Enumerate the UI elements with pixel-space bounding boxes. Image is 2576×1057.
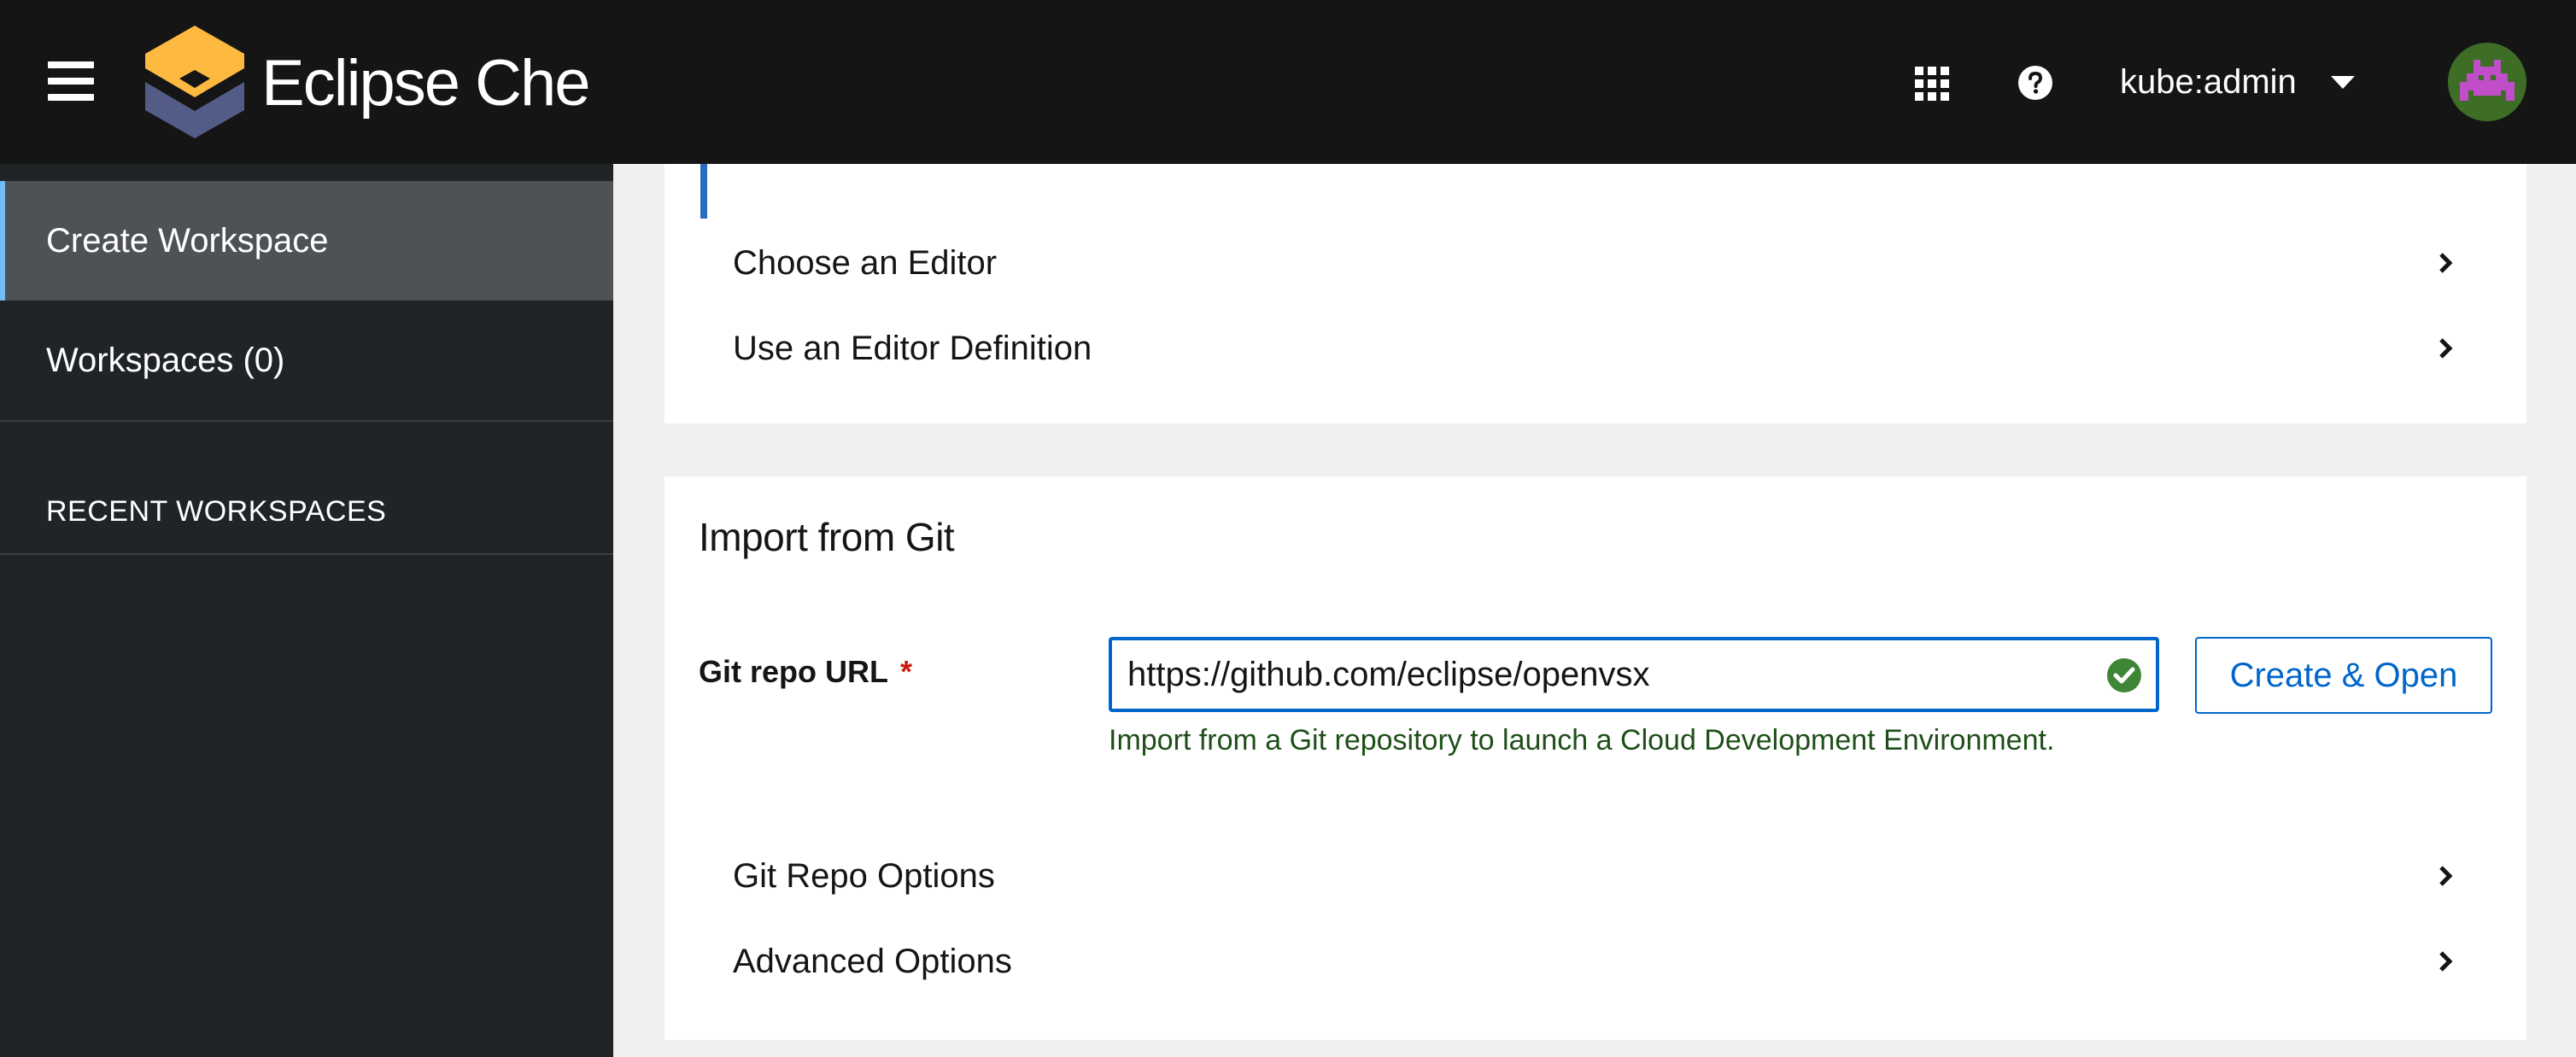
card-title: Import from Git <box>699 515 955 559</box>
hamburger-menu-icon[interactable] <box>48 61 94 101</box>
avatar[interactable] <box>2448 43 2526 121</box>
chevron-right-icon <box>2439 866 2453 886</box>
editor-selector-card: Choose an Editor Use an Editor Definitio… <box>664 164 2526 423</box>
chevron-right-icon <box>2439 951 2453 972</box>
sidebar-divider <box>0 420 613 422</box>
sidebar-item-workspaces[interactable]: Workspaces (0) <box>0 301 613 420</box>
advanced-options-toggle[interactable]: Advanced Options <box>733 927 2458 996</box>
chevron-right-icon <box>2439 338 2453 359</box>
recent-workspaces-heading: RECENT WORKSPACES <box>46 495 387 528</box>
row-label: Git Repo Options <box>733 856 995 895</box>
chevron-right-icon <box>2439 253 2453 273</box>
row-label: Use an Editor Definition <box>733 329 1092 367</box>
user-menu-toggle[interactable]: kube:admin <box>2120 56 2355 108</box>
editor-definition-toggle[interactable]: Use an Editor Definition <box>733 314 2458 383</box>
sidebar-item-label: Create Workspace <box>46 221 329 260</box>
active-indicator-bar <box>700 164 707 219</box>
row-label: Choose an Editor <box>733 243 998 282</box>
sidebar-item-label: Workspaces (0) <box>46 341 285 379</box>
git-repo-options-toggle[interactable]: Git Repo Options <box>733 842 2458 910</box>
sidebar-divider <box>0 553 613 555</box>
row-label: Advanced Options <box>733 942 1012 980</box>
choose-editor-toggle[interactable]: Choose an Editor <box>733 229 2458 297</box>
create-and-open-button[interactable]: Create & Open <box>2195 637 2492 714</box>
sidebar: Create Workspace Workspaces (0) RECENT W… <box>0 164 613 1057</box>
avatar-invader-icon <box>2460 60 2515 101</box>
sidebar-item-create-workspace[interactable]: Create Workspace <box>0 181 613 301</box>
help-icon[interactable] <box>2017 65 2053 101</box>
check-circle-icon <box>2107 658 2141 692</box>
caret-down-icon <box>2330 75 2355 89</box>
user-name: kube:admin <box>2120 63 2297 101</box>
brand-name: Eclipse Che <box>261 47 591 120</box>
field-label-text: Git repo URL <box>699 654 888 689</box>
helper-text: Import from a Git repository to launch a… <box>1109 724 2055 756</box>
git-repo-url-label: Git repo URL * <box>699 654 912 690</box>
required-asterisk: * <box>900 654 913 689</box>
git-repo-url-input[interactable] <box>1109 637 2159 712</box>
eclipse-che-logo <box>145 26 244 138</box>
app-launcher-icon[interactable] <box>1915 67 1949 101</box>
import-from-git-card: Import from Git Git repo URL * Create & O… <box>664 476 2526 1040</box>
masthead: Eclipse Che kube:admin <box>0 0 2576 164</box>
